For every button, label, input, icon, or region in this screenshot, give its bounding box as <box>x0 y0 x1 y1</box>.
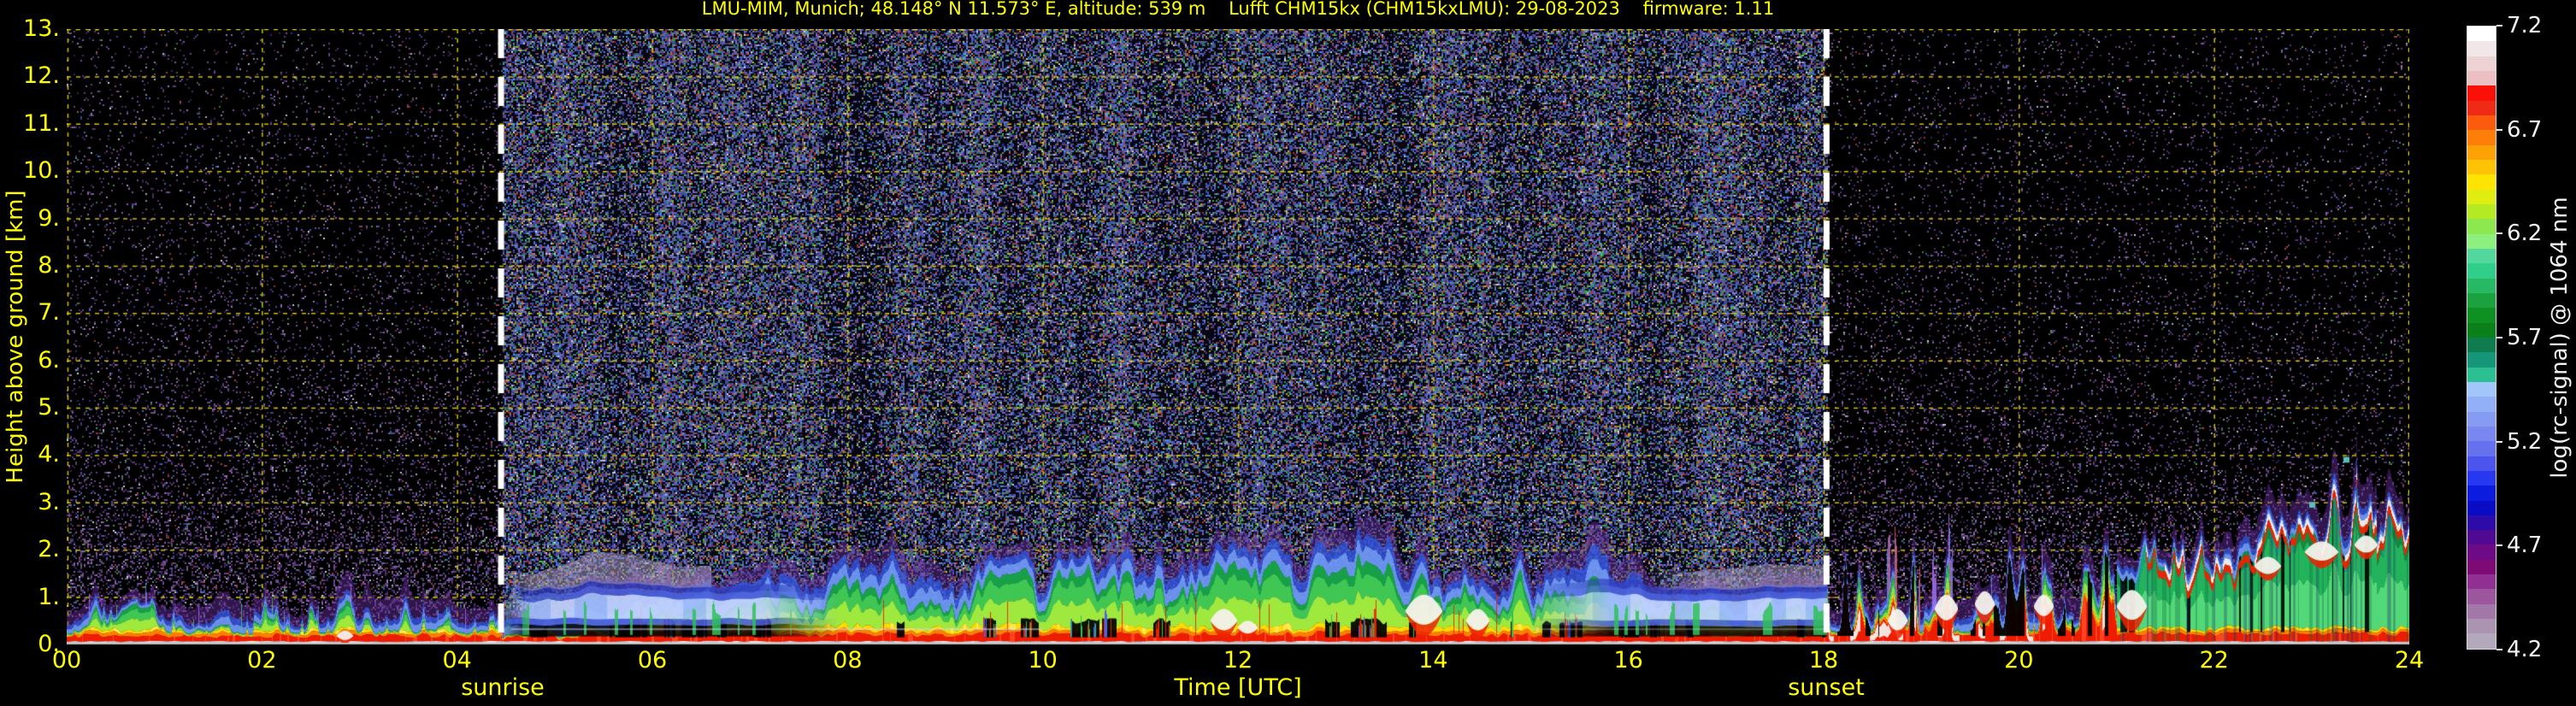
x-tick-label: 24 <box>2394 647 2425 674</box>
colorbar-segment <box>2467 367 2496 382</box>
y-tick-label: 1. <box>38 583 60 610</box>
x-tick-label: 06 <box>637 647 668 674</box>
colorbar-segment <box>2467 115 2496 131</box>
colorbar-segment <box>2467 619 2496 634</box>
colorbar-segment <box>2467 56 2496 71</box>
y-tick-label: 4. <box>38 441 60 468</box>
colorbar-segment <box>2467 530 2496 545</box>
x-tick-label: 20 <box>2004 647 2034 674</box>
colorbar-tick-mark <box>2496 232 2502 235</box>
colorbar-segment <box>2467 308 2496 323</box>
x-tick-label: 16 <box>1613 647 1643 674</box>
colorbar-tick-label: 6.2 <box>2507 221 2543 247</box>
colorbar-segment <box>2467 189 2496 204</box>
x-tick-label: 10 <box>1028 647 1058 674</box>
colorbar-tick-label: 4.7 <box>2507 532 2543 559</box>
sunrise-annotation: sunrise <box>461 674 545 701</box>
colorbar-segment <box>2467 219 2496 234</box>
colorbar-segment <box>2467 485 2496 501</box>
colorbar-segment <box>2467 100 2496 115</box>
sunset-annotation: sunset <box>1788 674 1865 701</box>
colorbar-segment <box>2467 426 2496 442</box>
colorbar-segment <box>2467 500 2496 515</box>
colorbar-segment <box>2467 352 2496 368</box>
colorbar-segment <box>2467 381 2496 397</box>
colorbar-tick-mark <box>2496 440 2502 443</box>
colorbar-segment <box>2467 144 2496 160</box>
y-tick-label: 2. <box>38 536 60 563</box>
colorbar-segment <box>2467 292 2496 309</box>
y-tick-label: 5. <box>38 394 60 421</box>
colorbar-segment <box>2467 589 2496 604</box>
colorbar-segment <box>2467 515 2496 531</box>
x-axis-label: Time [UTC] <box>1174 674 1302 701</box>
x-tick-label: 22 <box>2199 647 2229 674</box>
colorbar-segment <box>2467 26 2496 42</box>
colorbar-segment <box>2467 441 2496 456</box>
colorbar-tick-label: 7.2 <box>2507 13 2543 38</box>
colorbar-segment <box>2467 263 2496 279</box>
colorbar-segment <box>2467 633 2496 649</box>
colorbar-tick-label: 6.7 <box>2507 116 2543 143</box>
colorbar-segment <box>2467 203 2496 220</box>
colorbar-segment <box>2467 470 2496 486</box>
colorbar-tick-label: 4.2 <box>2507 637 2543 662</box>
y-tick-label: 6. <box>38 346 60 374</box>
colorbar-segment <box>2467 278 2496 293</box>
colorbar-tick-mark <box>2496 25 2502 26</box>
figure-title: LMU-MIM, Munich; 48.148° N 11.573° E, al… <box>701 0 1775 19</box>
colorbar-segment <box>2467 544 2496 560</box>
colorbar-segment <box>2467 574 2496 590</box>
colorbar-segment <box>2467 174 2496 190</box>
colorbar <box>2467 26 2496 650</box>
colorbar-segment <box>2467 322 2496 338</box>
colorbar-tick-mark <box>2496 544 2502 547</box>
y-tick-label: 9. <box>38 204 60 232</box>
colorbar-segment <box>2467 70 2496 86</box>
y-tick-label: 13. <box>23 15 60 42</box>
colorbar-segment <box>2467 41 2496 56</box>
x-tick-label: 00 <box>51 647 82 674</box>
x-tick-label: 02 <box>247 647 277 674</box>
colorbar-segment <box>2467 603 2496 620</box>
colorbar-segment <box>2467 337 2496 353</box>
colorbar-segment <box>2467 159 2496 175</box>
y-tick-label: 11. <box>23 109 60 137</box>
colorbar-segment <box>2467 456 2496 471</box>
colorbar-segment <box>2467 411 2496 427</box>
colorbar-segment <box>2467 130 2496 145</box>
x-tick-label: 08 <box>833 647 863 674</box>
colorbar-tick-mark <box>2496 649 2502 650</box>
y-tick-label: 7. <box>38 299 60 327</box>
y-tick-label: 8. <box>38 251 60 279</box>
colorbar-tick-mark <box>2496 337 2502 338</box>
colorbar-label: log(rc-signal) @ 1064 nm <box>2547 197 2573 479</box>
x-tick-label: 04 <box>442 647 472 674</box>
colorbar-tick-mark <box>2496 128 2502 131</box>
colorbar-segment <box>2467 559 2496 575</box>
colorbar-segment <box>2467 85 2496 101</box>
colorbar-segment <box>2467 233 2496 249</box>
colorbar-tick-label: 5.2 <box>2507 428 2543 455</box>
x-tick-label: 12 <box>1223 647 1253 674</box>
y-tick-label: 0. <box>38 631 60 657</box>
colorbar-segment <box>2467 248 2496 264</box>
colorbar-tick-label: 5.7 <box>2507 325 2543 350</box>
x-tick-label: 14 <box>1418 647 1448 674</box>
y-tick-label: 10. <box>23 157 60 185</box>
backscatter-heatmap <box>67 29 2409 644</box>
y-tick-label: 3. <box>38 488 60 515</box>
x-tick-label: 18 <box>1808 647 1839 674</box>
y-tick-label: 12. <box>23 62 60 90</box>
ceilometer-figure: LMU-MIM, Munich; 48.148° N 11.573° E, al… <box>0 0 2576 706</box>
colorbar-segment <box>2467 397 2496 412</box>
